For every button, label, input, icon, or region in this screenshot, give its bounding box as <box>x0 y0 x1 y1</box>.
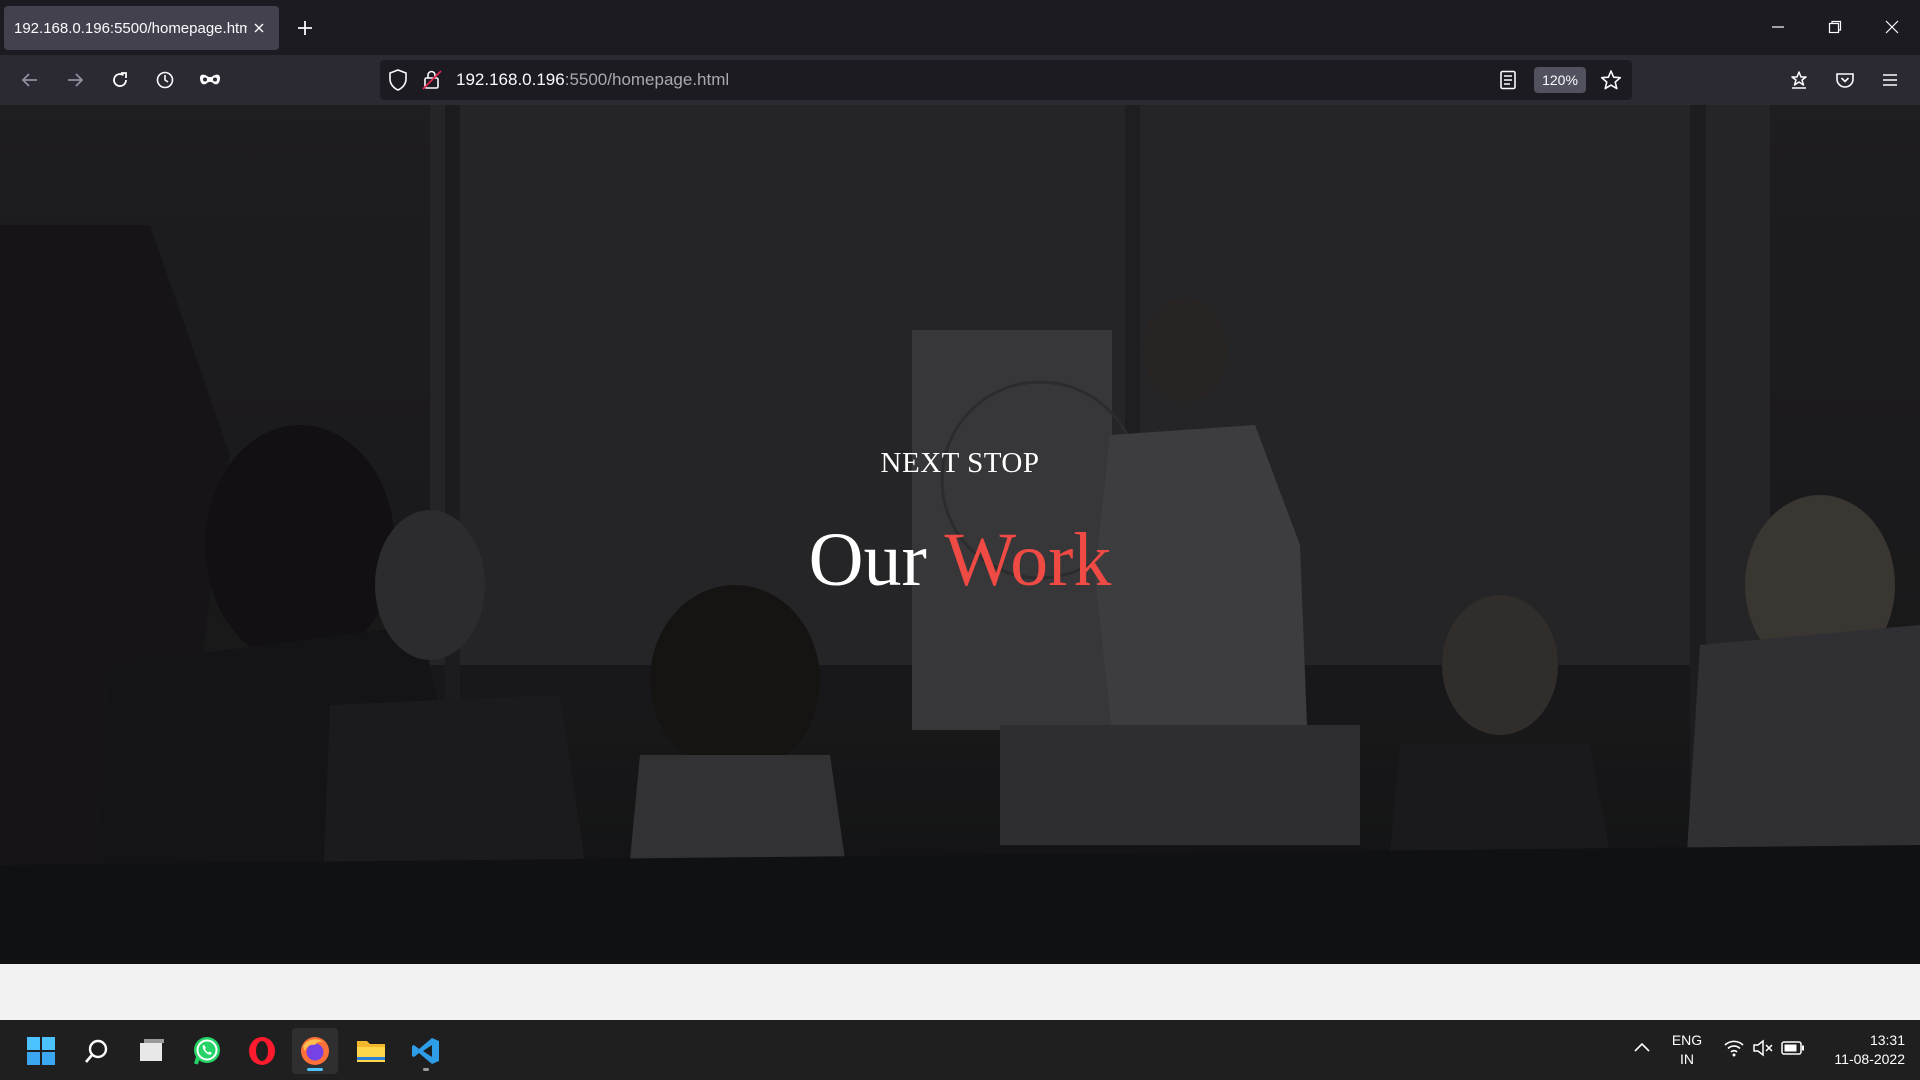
opera-icon[interactable] <box>239 1028 285 1074</box>
tab-title: 192.168.0.196:5500/homepage.html <box>14 19 247 37</box>
hero-title-accent: Work <box>944 518 1112 602</box>
back-icon[interactable] <box>12 63 48 97</box>
hero-subtitle: NEXT STOP <box>880 447 1040 479</box>
close-tab-icon[interactable] <box>247 16 271 40</box>
url-path: :5500/homepage.html <box>564 70 730 89</box>
minimize-icon[interactable] <box>1758 10 1798 44</box>
file-explorer-icon[interactable] <box>348 1028 394 1074</box>
windows-taskbar: ENG IN 13:31 11-08-2022 <box>0 1020 1920 1080</box>
vscode-icon[interactable] <box>403 1028 449 1074</box>
forward-icon[interactable] <box>57 63 93 97</box>
new-tab-icon[interactable] <box>290 14 320 42</box>
page-viewport: NEXT STOP Our Work <box>0 105 1920 1020</box>
whatsapp-icon[interactable] <box>184 1028 230 1074</box>
show-hidden-icons-chevron-icon[interactable] <box>1633 1040 1651 1058</box>
url-host: 192.168.0.196 <box>456 70 565 89</box>
bookmark-star-icon[interactable] <box>1600 69 1622 96</box>
close-window-icon[interactable] <box>1872 10 1912 44</box>
reload-icon[interactable] <box>102 63 138 97</box>
hero-title-main: Our <box>808 518 927 602</box>
address-bar[interactable]: 192.168.0.196:5500/homepage.html 120% <box>380 60 1632 100</box>
vscode-running-indicator <box>423 1068 429 1071</box>
bookmarks-menu-icon[interactable] <box>1781 63 1817 97</box>
battery-icon[interactable] <box>1781 1041 1805 1060</box>
tab-bar: 192.168.0.196:5500/homepage.html <box>0 0 1920 55</box>
zoom-level-button[interactable]: 120% <box>1534 67 1586 93</box>
navigation-bar: 192.168.0.196:5500/homepage.html 120% <box>0 55 1920 105</box>
clock-time: 13:31 <box>1869 1032 1905 1048</box>
private-browsing-icon[interactable] <box>192 63 228 97</box>
language-indicator[interactable]: ENG IN <box>1666 1031 1708 1069</box>
app-menu-icon[interactable] <box>1872 63 1908 97</box>
clock-date: 11-08-2022 <box>1834 1051 1905 1067</box>
clock[interactable]: 13:31 11-08-2022 <box>1815 1031 1905 1069</box>
browser-tab[interactable]: 192.168.0.196:5500/homepage.html <box>4 6 279 50</box>
search-icon[interactable] <box>74 1028 120 1074</box>
firefox-icon[interactable] <box>292 1028 338 1074</box>
firefox-active-indicator <box>307 1068 323 1071</box>
language-region: IN <box>1680 1051 1694 1067</box>
url-text[interactable]: 192.168.0.196:5500/homepage.html <box>456 70 729 90</box>
language-code: ENG <box>1671 1032 1703 1048</box>
start-icon[interactable] <box>18 1028 64 1074</box>
insecure-lock-icon[interactable] <box>422 69 442 96</box>
hero-title: Our Work <box>0 517 1920 604</box>
history-icon[interactable] <box>147 63 183 97</box>
speaker-muted-icon[interactable] <box>1752 1039 1774 1062</box>
wifi-icon[interactable] <box>1723 1038 1745 1063</box>
task-view-icon[interactable] <box>129 1028 175 1074</box>
pocket-icon[interactable] <box>1827 63 1863 97</box>
shield-icon[interactable] <box>388 69 408 96</box>
restore-icon[interactable] <box>1815 10 1855 44</box>
hero-section: NEXT STOP Our Work <box>0 105 1920 964</box>
reader-view-icon[interactable] <box>1499 70 1517 95</box>
